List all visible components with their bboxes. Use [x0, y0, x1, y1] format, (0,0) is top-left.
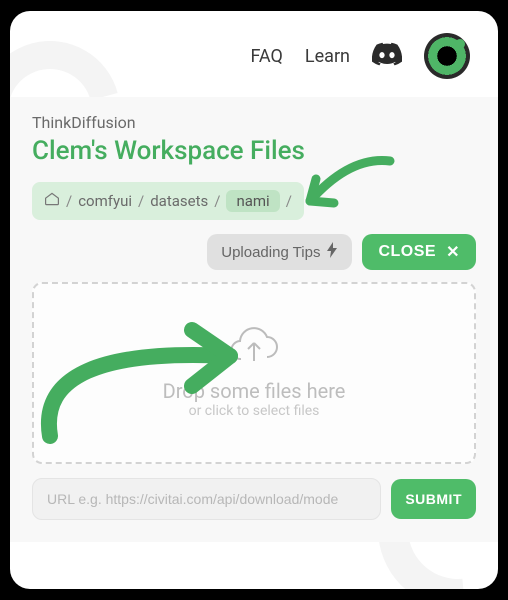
- faq-link[interactable]: FAQ: [250, 46, 282, 67]
- cloud-upload-icon: [227, 327, 281, 373]
- brand-label: ThinkDiffusion: [32, 113, 476, 132]
- url-upload-row: SUBMIT: [32, 478, 476, 520]
- action-row: Uploading Tips CLOSE ✕: [32, 234, 476, 270]
- dropzone-main-text: Drop some files here: [163, 379, 346, 403]
- uploading-tips-label: Uploading Tips: [221, 244, 320, 261]
- header: FAQ Learn: [10, 11, 498, 97]
- breadcrumb: / comfyui / datasets / nami /: [32, 182, 304, 220]
- lightning-icon: [326, 242, 338, 262]
- submit-button[interactable]: SUBMIT: [391, 479, 476, 519]
- main-panel: ThinkDiffusion Clem's Workspace Files / …: [10, 97, 498, 542]
- breadcrumb-separator: /: [286, 192, 292, 210]
- close-button[interactable]: CLOSE ✕: [362, 234, 476, 270]
- dropzone-sub-text: or click to select files: [189, 403, 320, 419]
- file-dropzone[interactable]: Drop some files here or click to select …: [32, 282, 476, 464]
- close-label: CLOSE: [378, 243, 436, 261]
- home-icon[interactable]: [44, 192, 60, 210]
- close-icon: ✕: [446, 242, 460, 262]
- uploading-tips-button[interactable]: Uploading Tips: [207, 234, 352, 270]
- learn-link[interactable]: Learn: [305, 46, 350, 67]
- breadcrumb-item-current[interactable]: nami: [226, 190, 279, 212]
- app-card: FAQ Learn ThinkDiffusion Clem's Workspac…: [10, 11, 498, 589]
- url-input[interactable]: [32, 478, 381, 520]
- breadcrumb-item[interactable]: comfyui: [78, 192, 132, 210]
- avatar[interactable]: [424, 33, 470, 79]
- breadcrumb-item[interactable]: datasets: [150, 192, 208, 210]
- breadcrumb-separator: /: [66, 192, 72, 210]
- breadcrumb-separator: /: [214, 192, 220, 210]
- breadcrumb-separator: /: [138, 192, 144, 210]
- discord-icon[interactable]: [372, 42, 402, 70]
- page-title: Clem's Workspace Files: [32, 136, 476, 166]
